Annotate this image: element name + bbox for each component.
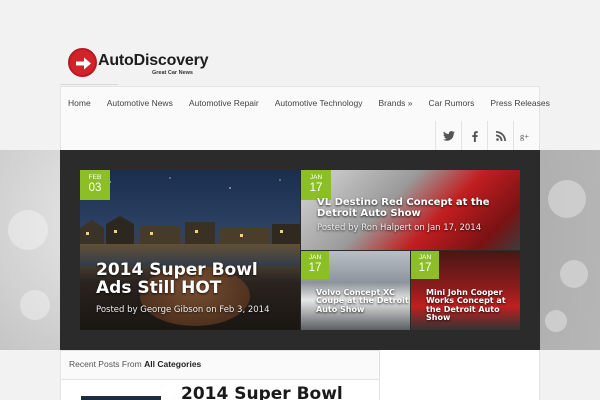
site-name: AutoDiscovery bbox=[98, 52, 209, 69]
featured-post-title[interactable]: 2014 Super Bowl Ads Still HOT bbox=[96, 261, 296, 298]
featured-post-meta: Posted by Ron Halpert on Jan 17, 2014 bbox=[317, 223, 482, 233]
date-month: FEB bbox=[88, 174, 102, 181]
featured-post-title[interactable]: Mini John Cooper Works Concept at the De… bbox=[426, 288, 520, 323]
nav-item-press-releases[interactable]: Press Releases bbox=[490, 98, 550, 108]
page: AutoDiscovery Great Car News Home Automo… bbox=[0, 0, 600, 400]
nav-item-brands[interactable]: Brands » bbox=[378, 98, 412, 108]
svg-text:g+: g+ bbox=[520, 131, 529, 141]
date-badge: JAN 17 bbox=[301, 170, 331, 200]
twitter-icon bbox=[442, 131, 455, 141]
twitter-button[interactable] bbox=[435, 121, 461, 151]
recent-posts-category[interactable]: All Categories bbox=[144, 359, 201, 369]
facebook-icon bbox=[471, 130, 478, 142]
featured-slider: FEB 03 2014 Super Bowl Ads Still HOT Pos… bbox=[60, 150, 540, 350]
nav-menu: Home Automotive News Automotive Repair A… bbox=[61, 87, 566, 119]
date-day: 17 bbox=[418, 262, 432, 274]
recent-post-item: 2014 Super Bowl bbox=[60, 380, 380, 400]
google-plus-button[interactable]: g+ bbox=[513, 121, 539, 151]
rss-icon bbox=[495, 131, 506, 141]
featured-post-top-right[interactable]: JAN 17 VL Destino Red Concept at the Det… bbox=[301, 170, 520, 250]
featured-post-bottom-right[interactable]: JAN 17 Mini John Cooper Works Concept at… bbox=[411, 251, 520, 330]
date-badge: FEB 03 bbox=[80, 170, 110, 200]
recent-posts-header: Recent Posts From All Categories bbox=[60, 350, 380, 380]
featured-post-bottom-left[interactable]: JAN 17 Volvo Concept XC Coupe at the Det… bbox=[301, 251, 410, 330]
sidebar bbox=[380, 350, 540, 400]
nav-item-automotive-repair[interactable]: Automotive Repair bbox=[189, 98, 259, 108]
date-badge: JAN 17 bbox=[301, 251, 329, 279]
arrow-logo-icon bbox=[68, 48, 97, 77]
site-logo[interactable]: AutoDiscovery Great Car News bbox=[68, 48, 209, 80]
site-tagline: Great Car News bbox=[152, 70, 193, 76]
date-day: 17 bbox=[309, 182, 323, 194]
nav-item-automotive-news[interactable]: Automotive News bbox=[107, 98, 173, 108]
recent-posts-heading: Recent Posts From All Categories bbox=[69, 359, 201, 369]
featured-post-meta: Posted by George Gibson on Feb 3, 2014 bbox=[96, 305, 270, 315]
date-badge: JAN 17 bbox=[411, 251, 439, 279]
date-day: 03 bbox=[88, 182, 102, 194]
facebook-button[interactable] bbox=[461, 121, 487, 151]
rss-button[interactable] bbox=[487, 121, 513, 151]
nav-item-home[interactable]: Home bbox=[68, 98, 91, 108]
date-month: JAN bbox=[309, 174, 323, 181]
featured-post-title[interactable]: Volvo Concept XC Coupe at the Detroit Au… bbox=[316, 288, 410, 314]
social-links: g+ bbox=[435, 121, 539, 151]
recent-post-title[interactable]: 2014 Super Bowl bbox=[181, 384, 343, 400]
date-month: JAN bbox=[308, 254, 322, 261]
post-thumbnail[interactable] bbox=[81, 396, 161, 400]
nav-item-car-rumors[interactable]: Car Rumors bbox=[429, 98, 475, 108]
date-day: 17 bbox=[308, 262, 322, 274]
featured-post-title[interactable]: VL Destino Red Concept at the Detroit Au… bbox=[317, 197, 517, 219]
recent-posts-prefix: Recent Posts From bbox=[69, 359, 142, 369]
nav-item-automotive-technology[interactable]: Automotive Technology bbox=[275, 98, 363, 108]
harbor-houses-image bbox=[80, 216, 300, 244]
google-plus-icon: g+ bbox=[520, 131, 529, 141]
main-navigation: Home Automotive News Automotive Repair A… bbox=[60, 86, 550, 151]
featured-post-main[interactable]: FEB 03 2014 Super Bowl Ads Still HOT Pos… bbox=[80, 170, 300, 330]
logo-divider bbox=[60, 84, 118, 85]
date-month: JAN bbox=[418, 254, 432, 261]
